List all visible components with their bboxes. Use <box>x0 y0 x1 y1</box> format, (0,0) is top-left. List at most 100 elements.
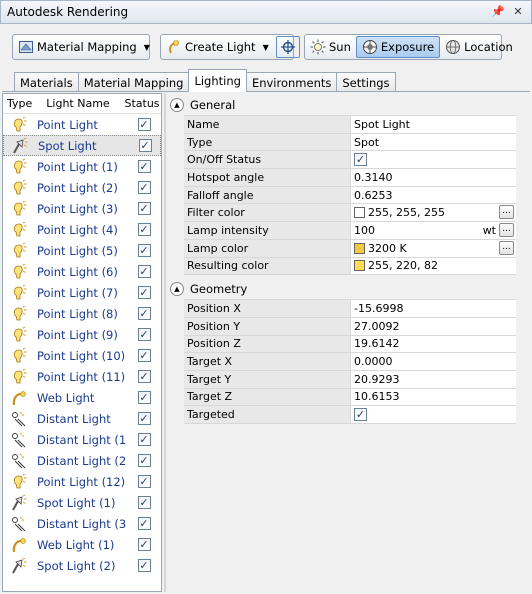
status-checkbox[interactable]: ✓ <box>137 517 151 530</box>
status-checkbox[interactable]: ✓ <box>137 538 151 551</box>
collapse-icon[interactable]: ▲ <box>170 282 184 297</box>
property-row: On/Off Status ✓ <box>184 151 516 170</box>
property-checkbox[interactable]: ✓ <box>354 153 367 167</box>
status-checkbox[interactable]: ✓ <box>137 286 151 299</box>
status-checkbox-cell: ✓ <box>129 517 159 530</box>
light-list-item[interactable]: Point Light (1) ✓ <box>3 156 161 177</box>
pin-icon[interactable]: 📌 <box>491 5 505 19</box>
status-checkbox[interactable]: ✓ <box>137 181 151 194</box>
column-header-type[interactable]: Type <box>3 97 33 110</box>
status-checkbox[interactable]: ✓ <box>137 559 151 572</box>
light-list-item[interactable]: Point Light (7) ✓ <box>3 282 161 303</box>
create-light-label: Create Light <box>185 40 256 54</box>
light-list-item[interactable]: Distant Light (3 ✓ <box>3 513 161 534</box>
status-checkbox[interactable]: ✓ <box>137 370 151 383</box>
location-button[interactable]: Location <box>440 35 518 59</box>
property-value-text: 0.3140 <box>354 170 393 184</box>
tab-settings[interactable]: Settings <box>336 72 396 92</box>
light-list-item[interactable]: Point Light (3) ✓ <box>3 198 161 219</box>
close-icon[interactable]: ✕ <box>511 5 525 19</box>
light-glyphs-button[interactable] <box>275 36 300 58</box>
property-row: Position Z 19.6142 <box>184 335 516 354</box>
point-light-icon <box>3 324 37 345</box>
ellipsis-button[interactable]: ... <box>499 205 514 220</box>
light-list-item[interactable]: Point Light (2) ✓ <box>3 177 161 198</box>
property-row: Resulting color 255, 220, 82 <box>184 257 516 276</box>
status-checkbox[interactable]: ✓ <box>137 454 151 467</box>
light-list-item[interactable]: Point Light (6) ✓ <box>3 261 161 282</box>
light-list-item[interactable]: Distant Light (2 ✓ <box>3 450 161 471</box>
tab-materials[interactable]: Materials <box>14 72 79 92</box>
light-list-item[interactable]: Point Light (5) ✓ <box>3 240 161 261</box>
status-checkbox[interactable]: ✓ <box>137 223 151 236</box>
light-list-item[interactable]: Point Light (8) ✓ <box>3 303 161 324</box>
light-list-item[interactable]: Point Light (10) ✓ <box>3 345 161 366</box>
light-list-item[interactable]: Web Light ✓ <box>3 387 161 408</box>
light-list-item[interactable]: Point Light (12) ✓ <box>3 471 161 492</box>
exposure-icon <box>362 40 377 54</box>
light-list-item[interactable]: Distant Light ✓ <box>3 408 161 429</box>
light-list-item[interactable]: Point Light ✓ <box>3 114 161 135</box>
sun-button[interactable]: Sun <box>305 35 356 59</box>
status-checkbox[interactable]: ✓ <box>137 265 151 278</box>
status-checkbox[interactable]: ✓ <box>137 433 151 446</box>
property-value[interactable]: ✓ <box>351 406 516 423</box>
property-value[interactable]: 0.6253 <box>351 186 516 204</box>
status-checkbox[interactable]: ✓ <box>138 139 152 152</box>
point-light-icon <box>3 156 37 177</box>
property-checkbox[interactable]: ✓ <box>354 408 367 422</box>
property-value[interactable]: 20.9293 <box>351 370 516 388</box>
property-value[interactable]: 255, 220, 82 <box>351 257 516 275</box>
light-list-item[interactable]: Point Light (11) ✓ <box>3 366 161 387</box>
property-value[interactable]: 0.0000 <box>351 353 516 370</box>
light-list-item[interactable]: Web Light (1) ✓ <box>3 534 161 555</box>
property-value[interactable]: 100 wt... <box>351 222 516 239</box>
status-checkbox[interactable]: ✓ <box>137 412 151 425</box>
status-checkbox[interactable]: ✓ <box>137 202 151 215</box>
ellipsis-button[interactable]: ... <box>499 223 514 238</box>
light-list-item[interactable]: Distant Light (1 ✓ <box>3 429 161 450</box>
status-checkbox[interactable]: ✓ <box>137 307 151 320</box>
property-value[interactable]: -15.6998 <box>351 300 516 317</box>
property-value[interactable]: Spot <box>351 133 516 151</box>
light-list-item[interactable]: Point Light (9) ✓ <box>3 324 161 345</box>
status-checkbox[interactable]: ✓ <box>137 349 151 362</box>
status-checkbox[interactable]: ✓ <box>137 475 151 488</box>
spot-light-icon <box>3 492 37 513</box>
light-name: Point Light (6) <box>37 264 118 279</box>
collapse-icon[interactable]: ▲ <box>170 98 184 112</box>
property-value[interactable]: 3200 K... <box>351 239 516 257</box>
status-checkbox[interactable]: ✓ <box>137 391 151 404</box>
property-name: Position Z <box>184 335 351 353</box>
property-value[interactable]: 19.6142 <box>351 335 516 353</box>
create-light-dropdown[interactable]: Create Light ▼ <box>161 35 274 59</box>
property-value[interactable]: Spot Light <box>351 116 516 133</box>
light-list-item[interactable]: Spot Light (1) ✓ <box>3 492 161 513</box>
geometry-section-header[interactable]: ▲ Geometry <box>166 279 530 299</box>
column-header-light-name[interactable]: Light Name <box>33 97 123 110</box>
tab-lighting[interactable]: Lighting <box>188 69 247 92</box>
status-checkbox[interactable]: ✓ <box>137 328 151 341</box>
status-checkbox[interactable]: ✓ <box>137 244 151 257</box>
light-list-item[interactable]: Spot Light (2) ✓ <box>3 555 161 576</box>
status-checkbox-cell: ✓ <box>129 454 159 467</box>
status-checkbox[interactable]: ✓ <box>137 496 151 509</box>
property-value[interactable]: 10.6153 <box>351 388 516 406</box>
exposure-button[interactable]: Exposure <box>355 36 441 58</box>
status-checkbox[interactable]: ✓ <box>137 160 151 173</box>
light-list-item[interactable]: Spot Light ✓ <box>3 135 161 156</box>
property-value[interactable]: 27.0092 <box>351 317 516 335</box>
property-value[interactable]: ✓ <box>351 151 516 169</box>
material-mapping-dropdown[interactable]: Material Mapping ▼ <box>12 34 150 60</box>
general-section-header[interactable]: ▲ General <box>166 95 530 115</box>
sun-icon <box>310 39 326 55</box>
point-light-icon <box>3 219 37 240</box>
tab-material-mapping[interactable]: Material Mapping <box>77 72 190 92</box>
tab-environments[interactable]: Environments <box>245 72 338 92</box>
column-header-status[interactable]: Status <box>123 97 161 110</box>
property-value[interactable]: 0.3140 <box>351 169 516 186</box>
property-value[interactable]: 255, 255, 255... <box>351 204 516 222</box>
light-list-item[interactable]: Point Light (4) ✓ <box>3 219 161 240</box>
status-checkbox[interactable]: ✓ <box>137 118 151 131</box>
ellipsis-button[interactable]: ... <box>499 240 514 255</box>
